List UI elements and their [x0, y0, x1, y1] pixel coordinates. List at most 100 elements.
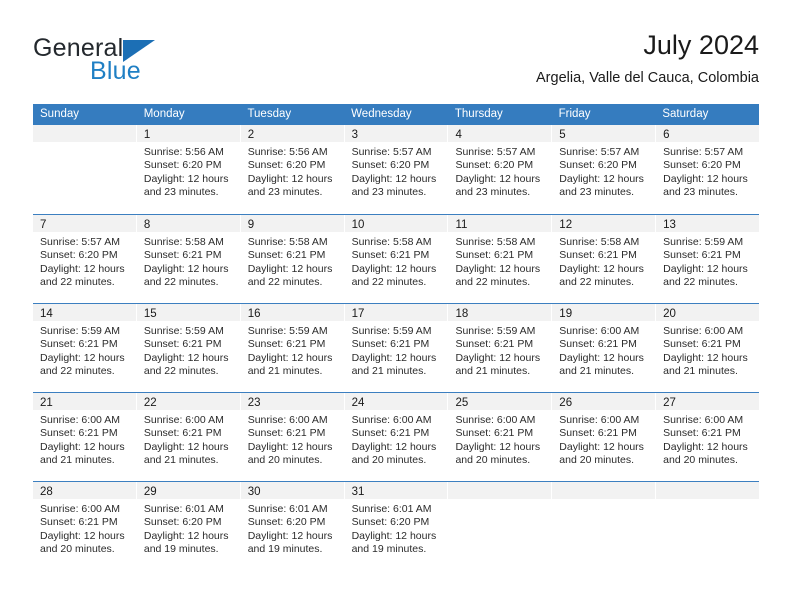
- day-detail-line: Sunrise: 6:00 AM: [559, 414, 640, 426]
- day-number: 23: [247, 397, 261, 409]
- calendar-day-cell[interactable]: 12 Sunrise: 5:58 AM Sunset: 6:21 PM Dayligh…: [552, 215, 657, 303]
- day-detail-line: Daylight: 12 hours: [559, 262, 644, 275]
- day-detail-line: Daylight: 12 hours: [351, 262, 437, 275]
- day-detail-line: Sunrise: 6:00 AM: [663, 325, 744, 337]
- day-detail-line: Daylight: 12 hours: [455, 440, 541, 453]
- day-detail-line: Daylight: 12 hours: [143, 351, 229, 364]
- day-detail-line: Daylight: 12 hours: [351, 529, 437, 542]
- day-detail-line: Sunset: 6:21 PM: [40, 427, 118, 440]
- day-number: 3: [351, 129, 358, 141]
- day-number: 9: [247, 219, 255, 231]
- day-detail-line: Sunset: 6:21 PM: [247, 427, 326, 440]
- calendar-day-cell[interactable]: 7 Sunrise: 5:57 AM Sunset: 6:20 PM Daylight…: [33, 215, 137, 303]
- day-number: 26: [559, 397, 573, 409]
- calendar-day-cell[interactable]: 11 Sunrise: 5:58 AM Sunset: 6:21 PM Dayligh…: [448, 215, 553, 303]
- calendar-day-cell[interactable]: 1 Sunrise: 5:56 AM Sunset: 6:20 PM Daylight…: [136, 125, 241, 214]
- calendar-day-cell[interactable]: 30 Sunrise: 6:01 AM Sunset: 6:20 PM Dayligh…: [240, 482, 345, 570]
- day-number-band: 8: [136, 215, 240, 232]
- day-detail-line: and 19 minutes.: [143, 543, 219, 556]
- day-details: Sunrise: 5:59 AM Sunset: 6:21 PM Daylight:…: [345, 321, 448, 379]
- day-number-band: 22: [136, 393, 240, 410]
- day-details: Sunrise: 5:57 AM Sunset: 6:20 PM Daylight:…: [552, 142, 655, 200]
- day-number-band: [33, 125, 136, 142]
- day-detail-line: and 21 minutes.: [351, 365, 427, 378]
- calendar-day-cell[interactable]: 16 Sunrise: 5:59 AM Sunset: 6:21 PM Dayligh…: [240, 304, 345, 392]
- calendar-week-row: 21 Sunrise: 6:00 AM Sunset: 6:21 PM Dayligh…: [33, 392, 760, 481]
- day-detail-line: Sunrise: 5:59 AM: [663, 236, 744, 248]
- day-number: 5: [559, 129, 566, 141]
- calendar-day-cell[interactable]: 23 Sunrise: 6:00 AM Sunset: 6:21 PM Dayligh…: [240, 393, 345, 481]
- page-subtitle: Argelia, Valle del Cauca, Colombia: [536, 70, 759, 86]
- calendar-page: General Blue July 2024 Argelia, Valle de…: [0, 0, 792, 612]
- day-number: 7: [40, 219, 47, 231]
- day-detail-line: and 22 minutes.: [40, 276, 115, 289]
- day-detail-line: Sunrise: 5:57 AM: [351, 146, 432, 158]
- day-detail-line: Sunset: 6:21 PM: [455, 338, 534, 351]
- day-detail-line: and 20 minutes.: [40, 543, 115, 556]
- calendar-day-cell[interactable]: 3 Sunrise: 5:57 AM Sunset: 6:20 PM Daylight…: [344, 125, 449, 214]
- day-detail-line: Daylight: 12 hours: [663, 351, 748, 364]
- calendar-day-cell[interactable]: 21 Sunrise: 6:00 AM Sunset: 6:21 PM Dayligh…: [33, 393, 137, 481]
- calendar-day-cell[interactable]: 19 Sunrise: 6:00 AM Sunset: 6:21 PM Dayligh…: [552, 304, 657, 392]
- day-details: Sunrise: 5:58 AM Sunset: 6:21 PM Daylight:…: [241, 232, 344, 290]
- day-detail-line: Sunrise: 6:00 AM: [143, 414, 224, 426]
- calendar-day-cell[interactable]: 14 Sunrise: 5:59 AM Sunset: 6:21 PM Dayligh…: [33, 304, 137, 392]
- calendar-day-cell[interactable]: 29 Sunrise: 6:01 AM Sunset: 6:20 PM Dayligh…: [136, 482, 241, 570]
- calendar-day-cell[interactable]: 2 Sunrise: 5:56 AM Sunset: 6:20 PM Daylight…: [240, 125, 345, 214]
- day-detail-line: Sunrise: 5:59 AM: [247, 325, 328, 337]
- day-detail-line: and 20 minutes.: [663, 454, 738, 467]
- day-number: 16: [247, 308, 261, 320]
- day-detail-line: and 23 minutes.: [663, 186, 738, 199]
- day-detail-line: and 21 minutes.: [40, 454, 115, 467]
- day-number-band: 3: [344, 125, 448, 142]
- day-detail-line: Sunset: 6:20 PM: [247, 516, 326, 529]
- day-details: Sunrise: 5:58 AM Sunset: 6:21 PM Daylight:…: [448, 232, 551, 290]
- day-number: 25: [455, 397, 469, 409]
- day-details: Sunrise: 5:59 AM Sunset: 6:21 PM Daylight:…: [137, 321, 240, 379]
- weekday-header-sunday: Sunday: [40, 108, 80, 120]
- day-detail-line: Sunrise: 5:58 AM: [351, 236, 432, 248]
- weekday-header-tuesday: Tuesday: [247, 108, 292, 120]
- day-detail-line: and 20 minutes.: [559, 454, 635, 467]
- day-detail-line: and 22 minutes.: [143, 365, 219, 378]
- day-detail-line: and 19 minutes.: [247, 543, 323, 556]
- day-number-band: 31: [344, 482, 448, 499]
- day-details: Sunrise: 5:59 AM Sunset: 6:21 PM Daylight:…: [241, 321, 344, 379]
- day-number-band: 2: [240, 125, 344, 142]
- calendar-day-cell[interactable]: 17 Sunrise: 5:59 AM Sunset: 6:21 PM Dayligh…: [344, 304, 449, 392]
- calendar-day-cell[interactable]: 20 Sunrise: 6:00 AM Sunset: 6:21 PM Dayligh…: [656, 304, 760, 392]
- calendar-day-cell[interactable]: 10 Sunrise: 5:58 AM Sunset: 6:21 PM Dayligh…: [344, 215, 449, 303]
- calendar-day-cell[interactable]: 22 Sunrise: 6:00 AM Sunset: 6:21 PM Dayligh…: [136, 393, 241, 481]
- day-detail-line: Sunset: 6:20 PM: [455, 159, 534, 172]
- calendar-day-cell[interactable]: 31 Sunrise: 6:01 AM Sunset: 6:20 PM Dayligh…: [344, 482, 449, 570]
- day-detail-line: Sunrise: 6:00 AM: [559, 325, 640, 337]
- day-number: 30: [247, 486, 261, 498]
- calendar-day-cell[interactable]: 24 Sunrise: 6:00 AM Sunset: 6:21 PM Dayligh…: [344, 393, 449, 481]
- day-detail-line: Daylight: 12 hours: [351, 440, 437, 453]
- day-detail-line: Sunset: 6:21 PM: [247, 249, 326, 262]
- day-detail-line: Daylight: 12 hours: [40, 262, 125, 275]
- day-detail-line: Sunset: 6:20 PM: [143, 516, 222, 529]
- calendar-day-cell-empty: [656, 482, 760, 570]
- calendar-day-cell[interactable]: 5 Sunrise: 5:57 AM Sunset: 6:20 PM Daylight…: [552, 125, 657, 214]
- general-blue-logo[interactable]: General Blue: [33, 34, 263, 88]
- calendar-day-cell[interactable]: 4 Sunrise: 5:57 AM Sunset: 6:20 PM Daylight…: [448, 125, 553, 214]
- day-detail-line: and 19 minutes.: [351, 543, 427, 556]
- weekday-header-saturday: Saturday: [662, 108, 709, 120]
- calendar-day-cell[interactable]: 15 Sunrise: 5:59 AM Sunset: 6:21 PM Dayligh…: [136, 304, 241, 392]
- calendar-day-cell[interactable]: 26 Sunrise: 6:00 AM Sunset: 6:21 PM Dayligh…: [552, 393, 657, 481]
- calendar-day-cell[interactable]: 27 Sunrise: 6:00 AM Sunset: 6:21 PM Dayligh…: [656, 393, 760, 481]
- calendar-day-cell[interactable]: 18 Sunrise: 5:59 AM Sunset: 6:21 PM Dayligh…: [448, 304, 553, 392]
- day-detail-line: Sunset: 6:20 PM: [351, 516, 430, 529]
- calendar-day-cell[interactable]: 9 Sunrise: 5:58 AM Sunset: 6:21 PM Daylight…: [240, 215, 345, 303]
- calendar-day-cell[interactable]: 6 Sunrise: 5:57 AM Sunset: 6:20 PM Daylight…: [656, 125, 760, 214]
- calendar-day-cell[interactable]: 28 Sunrise: 6:00 AM Sunset: 6:21 PM Dayligh…: [33, 482, 137, 570]
- day-number-band: 25: [448, 393, 552, 410]
- day-number-band: 30: [240, 482, 344, 499]
- calendar-day-cell[interactable]: 25 Sunrise: 6:00 AM Sunset: 6:21 PM Dayligh…: [448, 393, 553, 481]
- calendar-day-cell[interactable]: 8 Sunrise: 5:58 AM Sunset: 6:21 PM Daylight…: [136, 215, 241, 303]
- calendar-day-cell[interactable]: 13 Sunrise: 5:59 AM Sunset: 6:21 PM Dayligh…: [656, 215, 760, 303]
- day-number-band: 12: [552, 215, 656, 232]
- day-number-band: 24: [344, 393, 448, 410]
- day-details: Sunrise: 5:59 AM Sunset: 6:21 PM Daylight:…: [33, 321, 136, 379]
